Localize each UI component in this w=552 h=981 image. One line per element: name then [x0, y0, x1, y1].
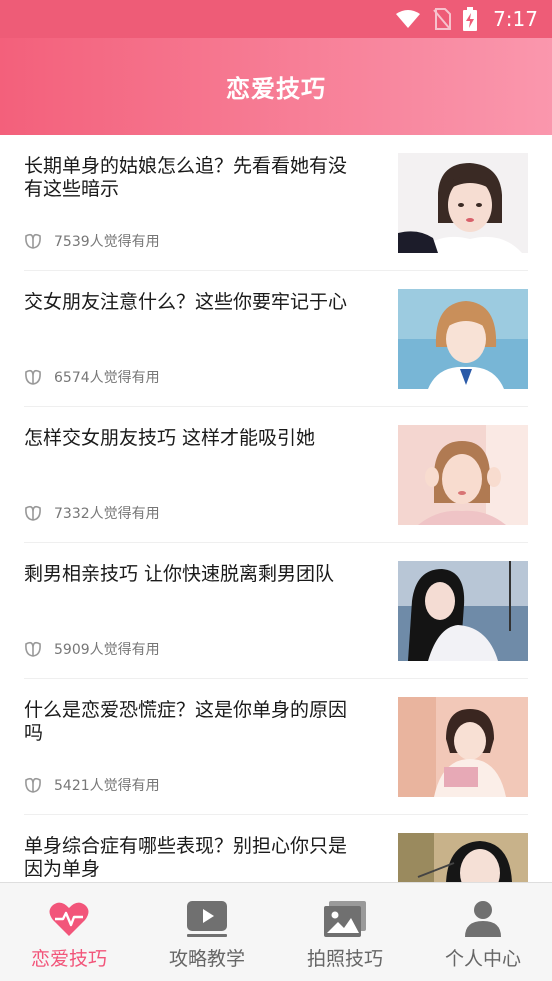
- bottom-tab-bar: 恋爱技巧 攻略教学 拍照技巧 个人中心: [0, 882, 552, 981]
- flower-icon: [25, 505, 41, 521]
- battery-charging-icon: [463, 7, 478, 31]
- status-time: 7:17: [493, 7, 538, 31]
- photo-gallery-icon: [324, 901, 366, 937]
- article-meta: 6574人觉得有用: [24, 367, 160, 387]
- article-item[interactable]: 单身综合症有哪些表现？别担心你只是因为单身: [24, 815, 528, 882]
- no-sim-icon: [433, 8, 452, 30]
- tab-label: 恋爱技巧: [30, 948, 107, 970]
- article-thumbnail[interactable]: [398, 833, 528, 882]
- article-thumbnail[interactable]: [398, 289, 528, 389]
- article-item[interactable]: 剩男相亲技巧 让你快速脱离剩男团队 5909人觉得有用: [24, 543, 528, 679]
- article-title: 长期单身的姑娘怎么追？先看看她有没有这些暗示: [24, 155, 348, 200]
- page-title: 恋爱技巧: [226, 75, 326, 103]
- article-list[interactable]: 长期单身的姑娘怎么追？先看看她有没有这些暗示 7539人觉得有用 交女朋友注意什…: [0, 135, 552, 882]
- video-play-icon: [187, 901, 227, 937]
- useful-count: 5421人觉得有用: [54, 778, 160, 794]
- article-meta: 7332人觉得有用: [24, 503, 160, 523]
- article-thumbnail[interactable]: [398, 153, 528, 253]
- useful-count: 7332人觉得有用: [54, 506, 160, 522]
- status-bar: 7:17: [0, 0, 552, 38]
- flower-icon: [25, 777, 41, 793]
- article-thumbnail[interactable]: [398, 561, 528, 661]
- article-thumbnail[interactable]: [398, 425, 528, 525]
- article-meta: 5909人觉得有用: [24, 639, 160, 659]
- flower-icon: [25, 233, 41, 249]
- tab-label: 攻略教学: [168, 948, 245, 970]
- user-icon: [465, 901, 501, 937]
- article-item[interactable]: 什么是恋爱恐慌症？这是你单身的原因吗 5421人觉得有用: [24, 679, 528, 815]
- article-thumbnail[interactable]: [398, 697, 528, 797]
- article-meta: 5421人觉得有用: [24, 775, 160, 795]
- status-icons: 7:17: [395, 7, 538, 31]
- article-title: 怎样交女朋友技巧 这样才能吸引她: [24, 427, 316, 449]
- useful-count: 6574人觉得有用: [54, 370, 160, 386]
- article-title: 剩男相亲技巧 让你快速脱离剩男团队: [24, 563, 335, 585]
- article-title: 交女朋友注意什么？这些你要牢记于心: [24, 291, 348, 313]
- tab-love-tips[interactable]: 恋爱技巧: [0, 883, 138, 981]
- tab-photo-tips[interactable]: 拍照技巧: [276, 883, 414, 981]
- tab-profile[interactable]: 个人中心: [414, 883, 552, 981]
- tab-label: 拍照技巧: [306, 948, 383, 970]
- article-title: 单身综合症有哪些表现？别担心你只是因为单身: [24, 835, 348, 880]
- article-meta: 7539人觉得有用: [24, 231, 160, 251]
- app-header: 恋爱技巧: [0, 38, 552, 135]
- useful-count: 5909人觉得有用: [54, 642, 160, 658]
- wifi-icon: [396, 10, 421, 28]
- heart-pulse-icon: [49, 902, 89, 936]
- flower-icon: [25, 641, 41, 657]
- article-item[interactable]: 长期单身的姑娘怎么追？先看看她有没有这些暗示 7539人觉得有用: [24, 135, 528, 271]
- useful-count: 7539人觉得有用: [54, 234, 160, 250]
- article-item[interactable]: 怎样交女朋友技巧 这样才能吸引她 7332人觉得有用: [24, 407, 528, 543]
- tab-label: 个人中心: [444, 948, 521, 970]
- article-item[interactable]: 交女朋友注意什么？这些你要牢记于心 6574人觉得有用: [24, 271, 528, 407]
- tab-guide[interactable]: 攻略教学: [138, 883, 276, 981]
- flower-icon: [25, 369, 41, 385]
- article-title: 什么是恋爱恐慌症？这是你单身的原因吗: [24, 699, 348, 744]
